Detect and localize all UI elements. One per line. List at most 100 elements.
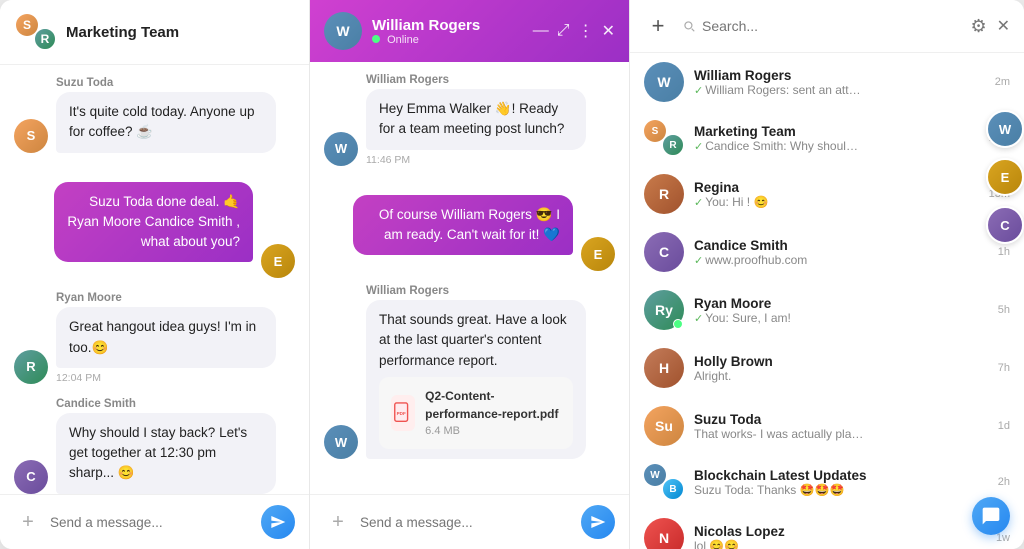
left-panel: S R Marketing Team S Suzu Toda It's quit… bbox=[0, 0, 310, 549]
contact-avatar-wrap: C bbox=[644, 232, 684, 272]
contact-item[interactable]: S R Marketing Team ✓Candice Smith: Why s… bbox=[630, 111, 1024, 165]
file-info: Q2-Content-performance-report.pdf 6.4 MB bbox=[425, 387, 561, 440]
group-avatar-2: B bbox=[662, 478, 684, 500]
contact-name: Regina bbox=[694, 180, 979, 195]
mid-add-attachment-button[interactable]: + bbox=[324, 508, 352, 536]
mid-header-name: William Rogers bbox=[372, 17, 523, 34]
floating-avatar[interactable]: E bbox=[986, 158, 1024, 196]
avatar: C bbox=[14, 460, 48, 494]
contact-avatar-wrap: R bbox=[644, 174, 684, 214]
contact-name: Holly Brown bbox=[694, 354, 988, 369]
message-sender: William Rogers bbox=[366, 74, 586, 86]
group-avatar: W B bbox=[644, 464, 684, 500]
left-chat-input-bar: + bbox=[0, 494, 309, 549]
contact-item[interactable]: W B Blockchain Latest Updates Suzu Toda:… bbox=[630, 455, 1024, 509]
new-chat-button[interactable]: + bbox=[644, 12, 672, 40]
contact-item[interactable]: Su Suzu Toda That works- I was actually … bbox=[630, 397, 1024, 455]
contact-info: Nicolas Lopez lol 😊😊 bbox=[694, 524, 986, 549]
avatar: C bbox=[644, 232, 684, 272]
chat-fab-icon bbox=[981, 506, 1001, 526]
contact-info: Regina ✓You: Hi ! 😊 bbox=[694, 180, 979, 209]
contact-info: Marketing Team ✓Candice Smith: Why shoul… bbox=[694, 124, 979, 153]
close-panel-button[interactable]: ✕ bbox=[997, 16, 1010, 36]
contact-preview: ✓Candice Smith: Why should I... bbox=[694, 139, 864, 153]
message-content-own: Emma Walker Of course William Rogers 😎 I… bbox=[353, 180, 573, 272]
search-input[interactable] bbox=[702, 18, 960, 34]
avatar: H bbox=[644, 348, 684, 388]
contact-name: Nicolas Lopez bbox=[694, 524, 986, 539]
left-messages-area: S Suzu Toda It's quite cold today. Anyon… bbox=[0, 65, 309, 494]
contact-time: 1d bbox=[998, 420, 1010, 432]
message-row: S Suzu Toda It's quite cold today. Anyon… bbox=[14, 77, 295, 153]
file-size: 6.4 MB bbox=[425, 423, 561, 440]
message-content: William Rogers That sounds great. Have a… bbox=[366, 285, 586, 459]
contact-item[interactable]: Ry Ryan Moore ✓You: Sure, I am! 5h bbox=[630, 281, 1024, 339]
app-container: S R Marketing Team S Suzu Toda It's quit… bbox=[0, 0, 1024, 549]
left-message-input[interactable] bbox=[50, 515, 253, 530]
floating-avatar[interactable]: W bbox=[986, 110, 1024, 148]
contact-item[interactable]: H Holly Brown Alright. 7h bbox=[630, 339, 1024, 397]
contact-item[interactable]: C Candice Smith ✓www.proofhub.com 1h bbox=[630, 223, 1024, 281]
search-icon bbox=[682, 19, 696, 33]
chat-fab-button[interactable] bbox=[972, 497, 1010, 535]
message-content: Ryan Moore Great hangout idea guys! I'm … bbox=[56, 292, 276, 384]
message-sender: Ryan Moore bbox=[56, 292, 276, 304]
contact-time: 1h bbox=[998, 246, 1010, 258]
contact-item[interactable]: R Regina ✓You: Hi ! 😊 13m bbox=[630, 165, 1024, 223]
message-sender: Candice Smith bbox=[56, 398, 276, 410]
contact-name: Blockchain Latest Updates bbox=[694, 468, 988, 483]
message-row: W William Rogers Hey Emma Walker 👋! Read… bbox=[324, 74, 615, 166]
close-button[interactable]: ✕ bbox=[602, 21, 615, 41]
settings-button[interactable]: ⚙ bbox=[970, 16, 986, 37]
avatar: R bbox=[644, 174, 684, 214]
file-name: Q2-Content-performance-report.pdf bbox=[425, 387, 561, 423]
message-bubble: That sounds great. Have a look at the la… bbox=[366, 300, 586, 459]
right-header: + ⚙ ✕ bbox=[630, 0, 1024, 53]
contact-preview: That works- I was actually planning to g… bbox=[694, 427, 864, 441]
message-bubble: Great hangout idea guys! I'm in too.😊 bbox=[56, 307, 276, 368]
send-icon bbox=[590, 514, 606, 530]
message-sender: William Rogers bbox=[366, 285, 586, 297]
mid-send-button[interactable] bbox=[581, 505, 615, 539]
file-icon: PDF bbox=[391, 395, 415, 431]
group-avatar: S R bbox=[16, 14, 56, 50]
message-content-own: Emma Walker Suzu Toda done deal. 🤙Ryan M… bbox=[54, 167, 253, 279]
contact-info: Holly Brown Alright. bbox=[694, 354, 988, 383]
add-attachment-button[interactable]: + bbox=[14, 508, 42, 536]
contact-item[interactable]: N Nicolas Lopez lol 😊😊 1w bbox=[630, 509, 1024, 549]
message-row-own: E Emma Walker Suzu Toda done deal. 🤙Ryan… bbox=[14, 167, 295, 279]
contact-item[interactable]: W William Rogers ✓William Rogers: sent a… bbox=[630, 53, 1024, 111]
floating-avatar[interactable]: C bbox=[986, 206, 1024, 244]
mid-chat-input-bar: + bbox=[310, 494, 629, 549]
avatar: W bbox=[644, 62, 684, 102]
minimize-button[interactable]: — bbox=[533, 22, 549, 40]
contact-info: Suzu Toda That works- I was actually pla… bbox=[694, 412, 988, 441]
contact-name: Marketing Team bbox=[694, 124, 979, 139]
more-options-button[interactable]: ⋮ bbox=[578, 21, 594, 41]
contact-time: 1w bbox=[996, 532, 1010, 544]
contact-avatar-wrap: W bbox=[644, 62, 684, 102]
mid-header-status: Online bbox=[372, 34, 523, 46]
left-header: S R Marketing Team bbox=[0, 0, 309, 65]
avatar: N bbox=[644, 518, 684, 549]
contact-info: Blockchain Latest Updates Suzu Toda: Tha… bbox=[694, 468, 988, 497]
avatar: E bbox=[261, 244, 295, 278]
contact-name: Suzu Toda bbox=[694, 412, 988, 427]
message-sender: Suzu Toda bbox=[56, 77, 276, 89]
avatar: W bbox=[324, 132, 358, 166]
expand-button[interactable]: ⤢ bbox=[557, 22, 570, 40]
contact-name: Candice Smith bbox=[694, 238, 988, 253]
svg-text:PDF: PDF bbox=[397, 411, 406, 416]
file-attachment[interactable]: PDF Q2-Content-performance-report.pdf 6.… bbox=[379, 377, 573, 450]
avatar: S bbox=[14, 119, 48, 153]
mid-message-input[interactable] bbox=[360, 515, 573, 530]
mid-header: W William Rogers Online — ⤢ ⋮ ✕ bbox=[310, 0, 629, 62]
left-send-button[interactable] bbox=[261, 505, 295, 539]
message-sender-own: Emma Walker bbox=[178, 167, 253, 179]
message-bubble: It's quite cold today. Anyone up for cof… bbox=[56, 92, 276, 153]
pdf-icon: PDF bbox=[392, 402, 414, 424]
message-content: Candice Smith Why should I stay back? Le… bbox=[56, 398, 276, 494]
message-bubble: Why should I stay back? Let's get togeth… bbox=[56, 413, 276, 494]
search-box bbox=[682, 18, 960, 34]
group-avatar-2: R bbox=[34, 28, 56, 50]
